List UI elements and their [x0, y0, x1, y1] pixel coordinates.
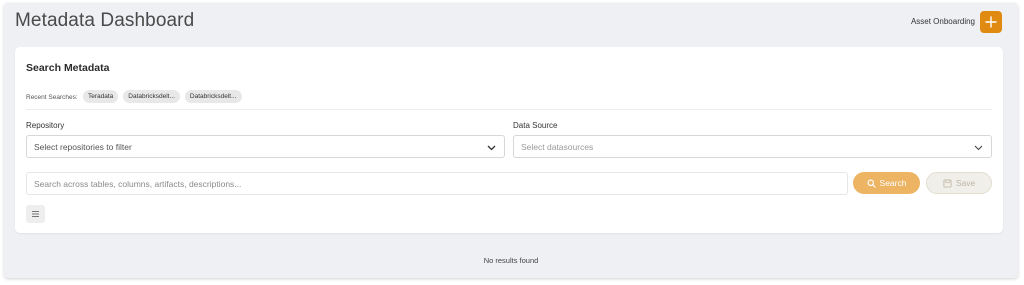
search-input-placeholder: Search across tables, columns, artifacts…	[34, 178, 242, 189]
datasource-select-placeholder: Select datasources	[521, 141, 594, 152]
datasource-select[interactable]: Select datasources	[513, 135, 992, 158]
save-icon	[943, 178, 952, 188]
menu-icon	[32, 211, 39, 217]
datasource-label: Data Source	[513, 121, 558, 130]
plus-icon	[985, 16, 997, 28]
card-title: Search Metadata	[26, 62, 110, 74]
chevron-down-icon	[487, 145, 496, 151]
save-button[interactable]: Save	[926, 172, 992, 194]
recent-searches-list: Teradata Databricksdelt... Databricksdel…	[83, 90, 242, 103]
repository-select[interactable]: Select repositories to filter	[26, 135, 505, 158]
recent-search-chip[interactable]: Databricksdelt...	[184, 90, 242, 103]
save-button-label: Save	[955, 178, 976, 188]
recent-search-chip[interactable]: Teradata	[83, 90, 119, 103]
search-metadata-card: Search Metadata Recent Searches: Teradat…	[15, 47, 1003, 233]
asset-onboarding-button[interactable]	[980, 11, 1002, 33]
page-title: Metadata Dashboard	[15, 10, 195, 31]
recent-searches-label: Recent Searches:	[26, 94, 78, 101]
chevron-down-icon	[974, 145, 983, 151]
search-button-label: Search	[879, 178, 907, 188]
divider	[26, 109, 992, 110]
search-icon	[867, 178, 876, 188]
asset-onboarding-label[interactable]: Asset Onboarding	[911, 17, 975, 26]
results-status: No results found	[483, 256, 539, 265]
menu-toggle-button[interactable]	[26, 205, 45, 223]
repository-label: Repository	[26, 121, 65, 130]
metadata-search-input[interactable]: Search across tables, columns, artifacts…	[26, 172, 848, 195]
repository-select-value: Select repositories to filter	[34, 141, 132, 152]
recent-search-chip[interactable]: Databricksdelt...	[123, 90, 180, 103]
search-button[interactable]: Search	[853, 172, 920, 194]
dashboard-container: Metadata Dashboard Asset Onboarding Sear…	[4, 3, 1018, 278]
